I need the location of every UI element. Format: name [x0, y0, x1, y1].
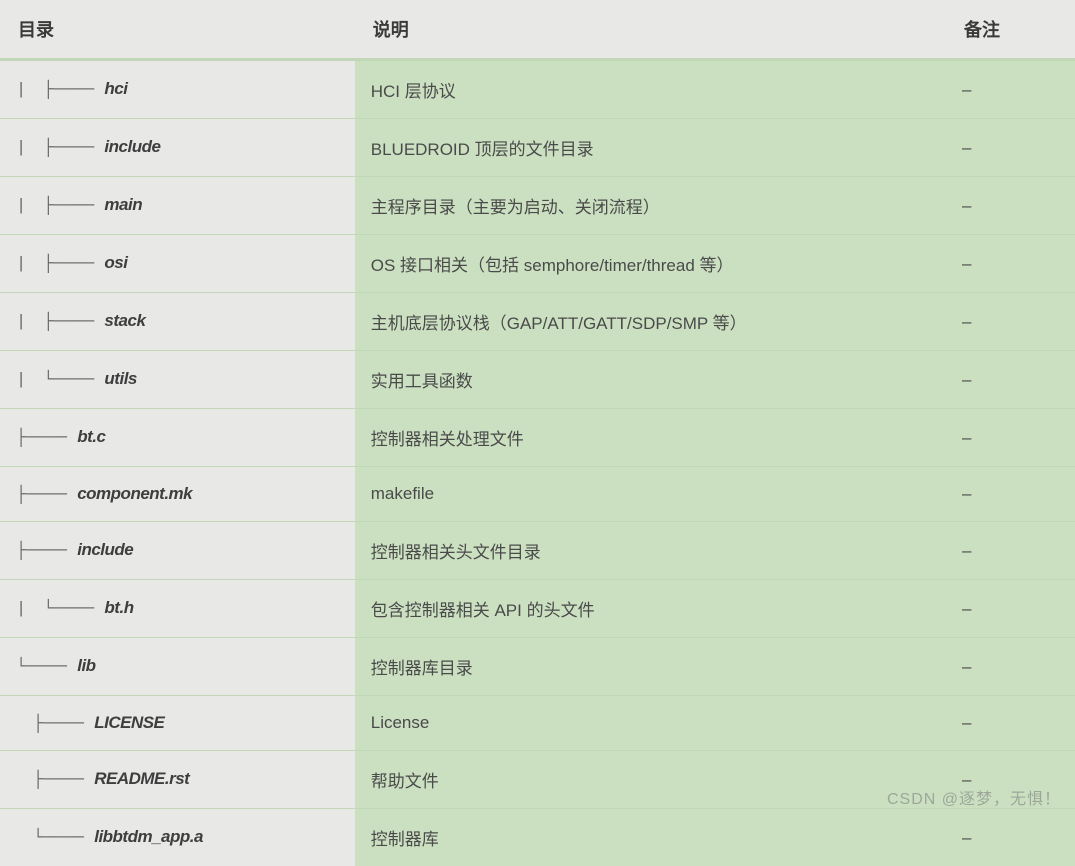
- header-description: 说明: [355, 0, 946, 60]
- directory-name: include: [104, 137, 160, 156]
- cell-directory: ├──── LICENSE: [0, 696, 355, 751]
- cell-description: OS 接口相关（包括 semphore/timer/thread 等）: [355, 235, 946, 293]
- cell-description: 主程序目录（主要为启动、关闭流程）: [355, 177, 946, 235]
- table-row: | ├──── osiOS 接口相关（包括 semphore/timer/thr…: [0, 235, 1075, 293]
- tree-prefix: | ├────: [16, 197, 104, 216]
- directory-name: libbtdm_app.a: [94, 827, 203, 846]
- directory-table: 目录 说明 备注 | ├──── hciHCI 层协议–| ├──── incl…: [0, 0, 1075, 866]
- cell-directory: ├──── bt.c: [0, 409, 355, 467]
- directory-name: main: [104, 195, 142, 214]
- cell-note: –: [946, 751, 1075, 809]
- table-row: | └──── utils实用工具函数–: [0, 351, 1075, 409]
- header-directory: 目录: [0, 0, 355, 60]
- table-row: | ├──── hciHCI 层协议–: [0, 60, 1075, 119]
- tree-prefix: ├────: [16, 542, 77, 561]
- table-row: | ├──── stack主机底层协议栈（GAP/ATT/GATT/SDP/SM…: [0, 293, 1075, 351]
- cell-directory: | └──── utils: [0, 351, 355, 409]
- cell-note: –: [946, 235, 1075, 293]
- table-row: └──── libbtdm_app.a控制器库–: [0, 809, 1075, 866]
- cell-note: –: [946, 293, 1075, 351]
- table-row: | ├──── includeBLUEDROID 顶层的文件目录–: [0, 119, 1075, 177]
- tree-prefix: | └────: [16, 600, 104, 619]
- cell-description: BLUEDROID 顶层的文件目录: [355, 119, 946, 177]
- tree-prefix: ├────: [16, 486, 77, 505]
- cell-description: 帮助文件: [355, 751, 946, 809]
- table-row: ├──── README.rst帮助文件–: [0, 751, 1075, 809]
- tree-prefix: ├────: [16, 429, 77, 448]
- cell-description: 包含控制器相关 API 的头文件: [355, 580, 946, 638]
- header-note: 备注: [946, 0, 1075, 60]
- table-row: | └──── bt.h包含控制器相关 API 的头文件–: [0, 580, 1075, 638]
- cell-description: HCI 层协议: [355, 60, 946, 119]
- cell-note: –: [946, 119, 1075, 177]
- cell-directory: └──── lib: [0, 638, 355, 696]
- cell-directory: ├──── component.mk: [0, 467, 355, 522]
- table-row: └──── lib控制器库目录–: [0, 638, 1075, 696]
- directory-name: README.rst: [94, 769, 189, 788]
- cell-note: –: [946, 696, 1075, 751]
- cell-directory: └──── libbtdm_app.a: [0, 809, 355, 866]
- directory-name: include: [77, 540, 133, 559]
- table-row: ├──── component.mkmakefile–: [0, 467, 1075, 522]
- tree-prefix: | └────: [16, 371, 104, 390]
- table-row: | ├──── main主程序目录（主要为启动、关闭流程）–: [0, 177, 1075, 235]
- cell-description: 控制器库目录: [355, 638, 946, 696]
- directory-name: osi: [104, 253, 127, 272]
- directory-name: LICENSE: [94, 713, 164, 732]
- tree-prefix: └────: [16, 829, 94, 848]
- cell-directory: | ├──── main: [0, 177, 355, 235]
- cell-note: –: [946, 467, 1075, 522]
- cell-note: –: [946, 809, 1075, 866]
- tree-prefix: ├────: [16, 715, 94, 734]
- table-header-row: 目录 说明 备注: [0, 0, 1075, 60]
- tree-prefix: | ├────: [16, 313, 104, 332]
- cell-directory: ├──── include: [0, 522, 355, 580]
- directory-name: component.mk: [77, 484, 192, 503]
- directory-name: bt.c: [77, 427, 105, 446]
- cell-directory: ├──── README.rst: [0, 751, 355, 809]
- cell-directory: | ├──── hci: [0, 60, 355, 119]
- table-row: ├──── bt.c控制器相关处理文件–: [0, 409, 1075, 467]
- cell-description: 控制器相关处理文件: [355, 409, 946, 467]
- cell-description: 控制器相关头文件目录: [355, 522, 946, 580]
- cell-note: –: [946, 409, 1075, 467]
- cell-description: 主机底层协议栈（GAP/ATT/GATT/SDP/SMP 等）: [355, 293, 946, 351]
- cell-directory: | ├──── stack: [0, 293, 355, 351]
- cell-directory: | ├──── osi: [0, 235, 355, 293]
- directory-name: bt.h: [104, 598, 133, 617]
- table-body: | ├──── hciHCI 层协议–| ├──── includeBLUEDR…: [0, 60, 1075, 866]
- tree-prefix: └────: [16, 658, 77, 677]
- tree-prefix: | ├────: [16, 255, 104, 274]
- cell-description: 控制器库: [355, 809, 946, 866]
- directory-name: hci: [104, 79, 127, 98]
- table-row: ├──── include控制器相关头文件目录–: [0, 522, 1075, 580]
- cell-description: 实用工具函数: [355, 351, 946, 409]
- cell-directory: | └──── bt.h: [0, 580, 355, 638]
- cell-note: –: [946, 177, 1075, 235]
- cell-note: –: [946, 351, 1075, 409]
- tree-prefix: | ├────: [16, 81, 104, 100]
- tree-prefix: ├────: [16, 771, 94, 790]
- directory-name: lib: [77, 656, 95, 675]
- cell-note: –: [946, 638, 1075, 696]
- cell-note: –: [946, 60, 1075, 119]
- table-row: ├──── LICENSELicense–: [0, 696, 1075, 751]
- cell-note: –: [946, 580, 1075, 638]
- cell-description: makefile: [355, 467, 946, 522]
- directory-name: stack: [104, 311, 145, 330]
- directory-table-container: 目录 说明 备注 | ├──── hciHCI 层协议–| ├──── incl…: [0, 0, 1075, 866]
- directory-name: utils: [104, 369, 136, 388]
- cell-directory: | ├──── include: [0, 119, 355, 177]
- cell-description: License: [355, 696, 946, 751]
- tree-prefix: | ├────: [16, 139, 104, 158]
- cell-note: –: [946, 522, 1075, 580]
